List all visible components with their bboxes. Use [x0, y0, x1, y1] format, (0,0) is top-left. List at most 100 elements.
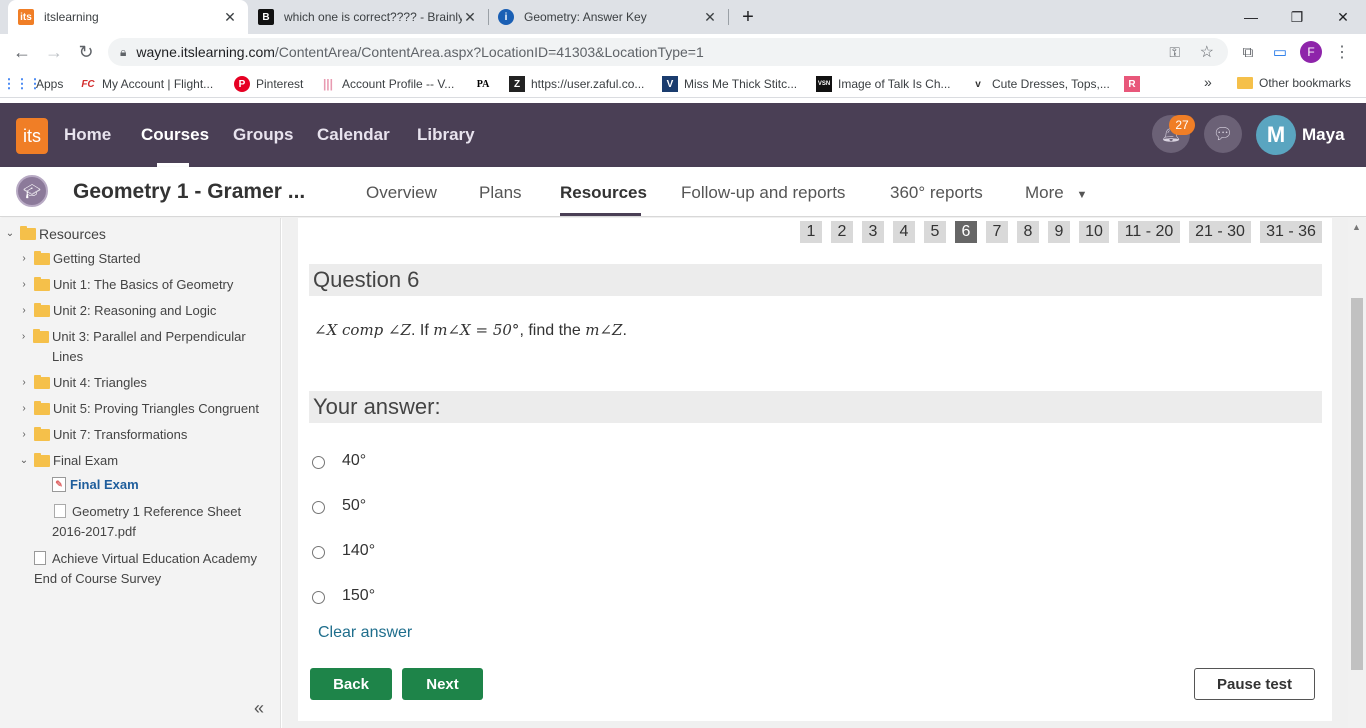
chevron-right-icon[interactable]: › [16, 373, 32, 393]
bookmarks-overflow[interactable]: » [1204, 74, 1212, 90]
question-page-button[interactable]: 2 [831, 221, 853, 243]
question-page-button[interactable]: 7 [986, 221, 1008, 243]
user-name[interactable]: Maya [1302, 125, 1345, 145]
clear-answer-link[interactable]: Clear answer [318, 624, 412, 642]
option-label[interactable]: 140° [342, 542, 375, 560]
bookmark-miss-me[interactable]: V Miss Me Thick Stitc... [662, 76, 797, 92]
bookmark-zaful[interactable]: Z https://user.zaful.co... [509, 76, 644, 92]
nav-courses[interactable]: Courses [141, 125, 209, 145]
tree-root-resources[interactable]: ⌄ Resources [2, 224, 106, 244]
bookmark-pinterest[interactable]: P Pinterest [234, 76, 303, 92]
question-page-button[interactable]: 1 [800, 221, 822, 243]
bookmark-talk[interactable]: VSN Image of Talk Is Ch... [816, 76, 951, 92]
option-label[interactable]: 50° [342, 497, 366, 515]
page-scrollbar[interactable]: ▲ [1348, 218, 1366, 728]
lock-icon[interactable]: 🔒︎ [120, 45, 126, 60]
tree-item-getting-started[interactable]: › Getting Started [16, 249, 140, 269]
cast-icon[interactable]: ▭ [1268, 40, 1292, 64]
close-window-button[interactable]: ✕ [1320, 0, 1366, 34]
next-button[interactable]: Next [402, 668, 483, 700]
radio-button[interactable] [312, 501, 325, 514]
nav-calendar[interactable]: Calendar [317, 125, 390, 145]
question-page-button[interactable]: 6 [955, 221, 977, 243]
maximize-button[interactable]: ❐ [1274, 0, 1320, 34]
bookmark-account-profile[interactable]: ||| Account Profile -- V... [320, 76, 454, 92]
answer-option[interactable]: 140° [312, 542, 375, 560]
question-page-button[interactable]: 5 [924, 221, 946, 243]
nav-groups[interactable]: Groups [233, 125, 293, 145]
chevron-right-icon[interactable]: › [16, 327, 31, 347]
back-arrow-icon[interactable]: ← [10, 40, 34, 64]
chevron-right-icon[interactable]: › [16, 275, 32, 295]
chevron-right-icon[interactable]: › [16, 249, 32, 269]
star-icon[interactable]: ☆ [1200, 42, 1214, 62]
pause-test-button[interactable]: Pause test [1194, 668, 1315, 700]
question-page-button[interactable]: 9 [1048, 221, 1070, 243]
question-page-button[interactable]: 4 [893, 221, 915, 243]
chevron-right-icon[interactable]: › [16, 301, 32, 321]
profile-avatar[interactable]: F [1300, 41, 1322, 63]
itslearning-logo[interactable]: its [16, 118, 48, 154]
tree-item-unit-5[interactable]: › Unit 5: Proving Triangles Congruent [16, 399, 259, 419]
tree-item-unit-4[interactable]: › Unit 4: Triangles [16, 373, 147, 393]
answer-option[interactable]: 50° [312, 497, 366, 515]
tree-item-final-exam-test[interactable]: ✎ Final Exam [52, 475, 139, 495]
answer-option[interactable]: 40° [312, 452, 366, 470]
bookmark-cute-dresses[interactable]: v Cute Dresses, Tops,... [970, 76, 1110, 92]
address-bar[interactable]: 🔒︎ wayne.itslearning.com/ContentArea/Con… [108, 38, 1228, 66]
radio-button[interactable] [312, 456, 325, 469]
collapse-sidebar-icon[interactable]: « [254, 698, 264, 719]
nav-library[interactable]: Library [417, 125, 475, 145]
tree-item-unit-1[interactable]: › Unit 1: The Basics of Geometry [16, 275, 233, 295]
tab-plans[interactable]: Plans [479, 183, 522, 203]
question-page-button[interactable]: 11 - 20 [1118, 221, 1180, 243]
tree-item-reference-sheet[interactable]: Geometry 1 Reference Sheet 2016-2017.pdf [52, 501, 267, 542]
browser-tab-answer-key[interactable]: i Geometry: Answer Key ✕ [488, 0, 728, 34]
bookmark-apps[interactable]: ⋮⋮⋮ Apps [3, 76, 64, 92]
forward-arrow-icon[interactable]: → [42, 40, 66, 64]
bookmark-pa[interactable]: PA [475, 76, 497, 92]
tab-more[interactable]: More ▼ [1025, 183, 1087, 203]
browser-tab-itslearning[interactable]: its itslearning ✕ [8, 0, 248, 34]
minimize-button[interactable]: — [1228, 0, 1274, 34]
browser-tab-brainly[interactable]: B which one is correct???? - Brainly ✕ [248, 0, 488, 34]
tree-item-unit-3[interactable]: › Unit 3: Parallel and Perpendicular Lin… [16, 327, 266, 367]
bookmark-r[interactable]: R [1124, 76, 1146, 92]
reload-icon[interactable]: ↻ [74, 40, 98, 64]
tab-resources[interactable]: Resources [560, 183, 647, 203]
question-page-button[interactable]: 8 [1017, 221, 1039, 243]
answer-option[interactable]: 150° [312, 587, 375, 605]
chevron-down-icon[interactable]: ⌄ [2, 224, 18, 244]
course-title[interactable]: Geometry 1 - Gramer ... [73, 180, 305, 204]
menu-kebab-icon[interactable]: ⋮ [1330, 40, 1354, 64]
close-tab-icon[interactable]: ✕ [702, 9, 718, 26]
chevron-right-icon[interactable]: › [16, 425, 32, 445]
tree-item-unit-2[interactable]: › Unit 2: Reasoning and Logic [16, 301, 216, 321]
question-page-button[interactable]: 3 [862, 221, 884, 243]
tree-item-final-exam-folder[interactable]: ⌄ Final Exam [16, 451, 118, 471]
scrollbar-thumb[interactable] [1351, 298, 1363, 670]
key-icon[interactable]: ⚿ [1169, 44, 1180, 61]
tab-overview[interactable]: Overview [366, 183, 437, 203]
question-page-button[interactable]: 31 - 36 [1260, 221, 1322, 243]
radio-button[interactable] [312, 591, 325, 604]
question-page-button[interactable]: 10 [1079, 221, 1109, 243]
messages-chat-icon[interactable]: 💬︎ [1204, 115, 1242, 153]
close-tab-icon[interactable]: ✕ [222, 9, 238, 26]
question-page-button[interactable]: 21 - 30 [1189, 221, 1251, 243]
option-label[interactable]: 40° [342, 452, 366, 470]
chevron-down-icon[interactable]: ⌄ [16, 451, 32, 471]
back-button[interactable]: Back [310, 668, 392, 700]
nav-home[interactable]: Home [64, 125, 111, 145]
tab-follow-up-reports[interactable]: Follow-up and reports [681, 183, 845, 203]
tree-item-survey[interactable]: Achieve Virtual Education Academy End of… [34, 549, 274, 589]
new-tab-button[interactable]: + [725, 0, 771, 34]
radio-button[interactable] [312, 546, 325, 559]
tree-item-unit-7[interactable]: › Unit 7: Transformations [16, 425, 187, 445]
chevron-right-icon[interactable]: › [16, 399, 32, 419]
other-bookmarks[interactable]: Other bookmarks [1237, 76, 1351, 90]
user-avatar[interactable]: M [1256, 115, 1296, 155]
close-tab-icon[interactable]: ✕ [462, 9, 478, 26]
bookmark-flight[interactable]: FC My Account | Flight... [80, 76, 213, 92]
option-label[interactable]: 150° [342, 587, 375, 605]
